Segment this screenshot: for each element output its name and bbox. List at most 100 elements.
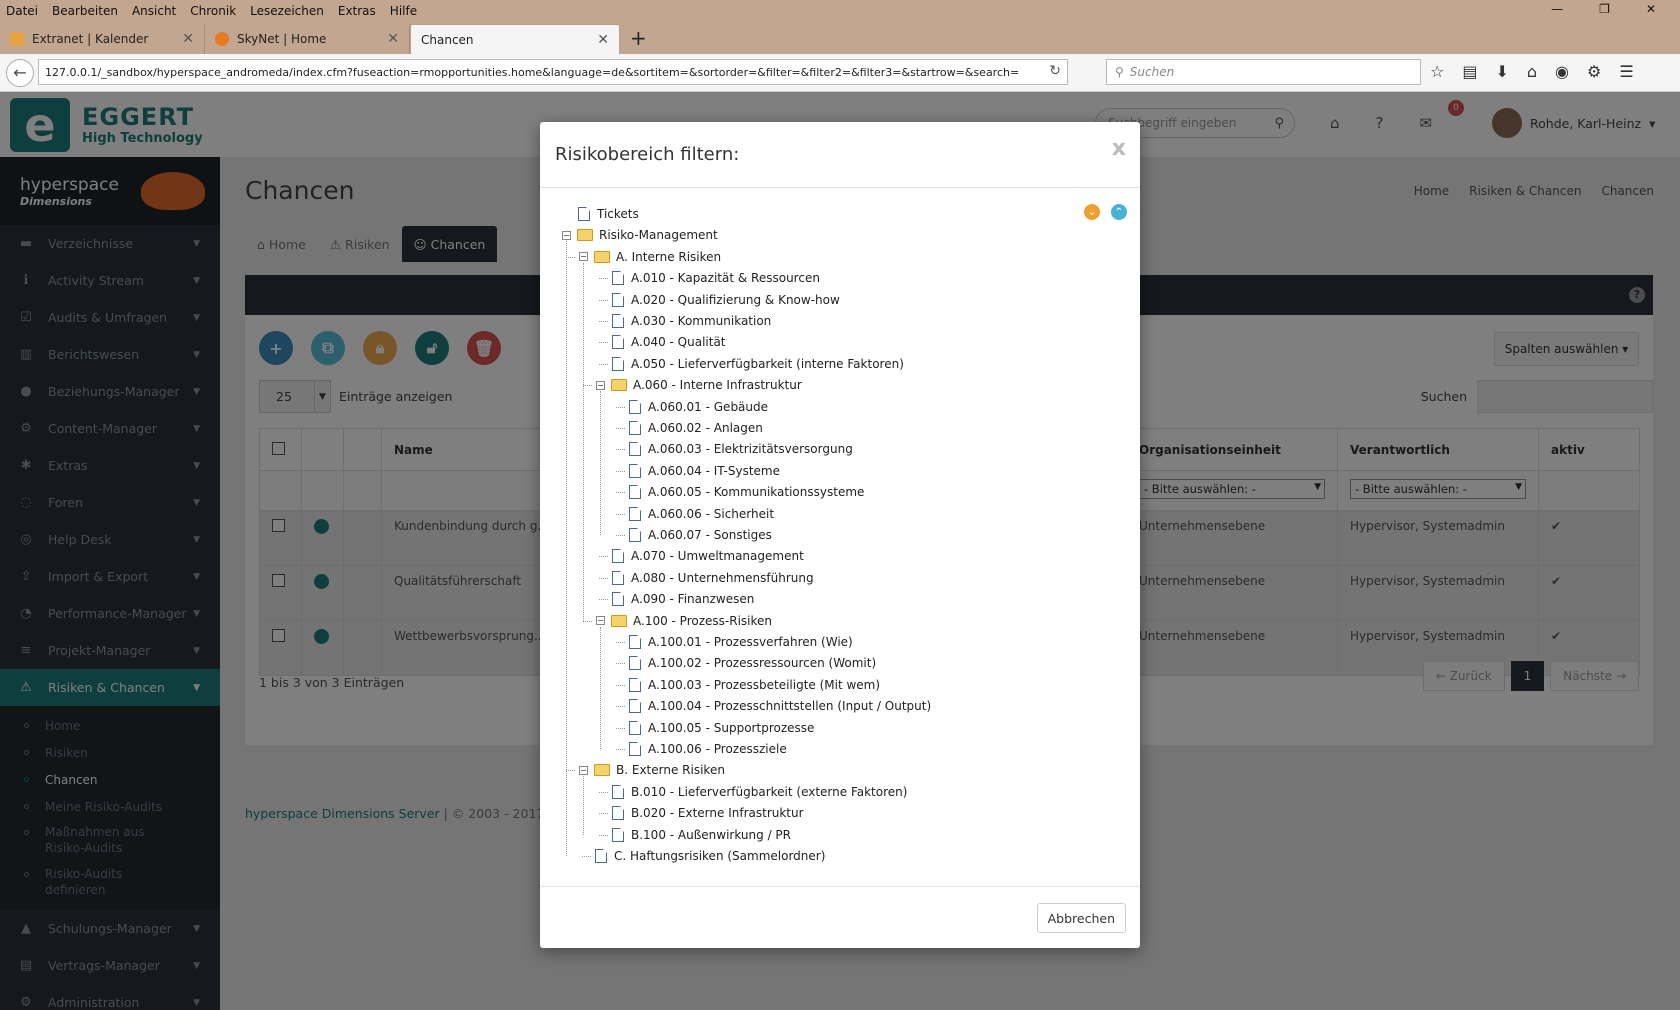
file-icon (629, 742, 641, 756)
file-icon (612, 292, 624, 307)
file-icon (629, 421, 641, 435)
tree-guide-line (600, 626, 601, 749)
tree-node[interactable]: A.010 - Kapazität & Ressourcen (612, 268, 820, 288)
tree-guide-line (600, 391, 601, 535)
hamburger-menu-icon[interactable]: ☰ (1619, 62, 1633, 81)
file-icon (595, 849, 607, 863)
tree-node[interactable]: A.060.07 - Sonstiges (629, 525, 772, 545)
file-icon (612, 314, 624, 328)
tree-node[interactable]: B.020 - Externe Infrastruktur (612, 803, 804, 823)
collapse-toggle-icon[interactable]: − (579, 765, 588, 775)
tree-node[interactable]: A.040 - Qualität (612, 332, 726, 352)
tree-connector (566, 770, 575, 772)
file-icon (629, 463, 641, 478)
close-icon[interactable]: x (1112, 136, 1126, 161)
minimize-icon[interactable]: — (1551, 2, 1563, 16)
tree-node[interactable]: A.020 - Qualifizierung & Know-how (612, 290, 840, 310)
tree-node[interactable]: A.100.05 - Supportprozesse (629, 718, 814, 738)
tree-connector (616, 706, 625, 708)
browser-navbar: ← i127.0.0.1/_sandbox/hyperspace_androme… (0, 54, 1680, 474)
tree-node[interactable]: C. Haftungsrisiken (Sammelordner) (595, 846, 825, 866)
tree-node[interactable]: A.100.06 - Prozessziele (629, 739, 787, 759)
tree-node[interactable]: B.010 - Lieferverfügbarkeit (externe Fak… (612, 782, 907, 802)
tree-node[interactable]: A.080 - Unternehmensführung (612, 568, 814, 588)
browser-menu-item[interactable]: Chronik (190, 4, 236, 18)
reading-list-icon[interactable]: ▤ (1462, 62, 1477, 81)
new-tab-button[interactable]: + (630, 26, 647, 50)
tree-node[interactable]: A.070 - Umweltmanagement (612, 546, 804, 566)
extension-icon[interactable]: ⚙ (1587, 62, 1601, 81)
url-bar[interactable]: i127.0.0.1/_sandbox/hyperspace_andromeda… (38, 59, 1068, 474)
close-tab-icon[interactable]: ✕ (597, 32, 609, 48)
window-controls: — ❐ ✕ (1551, 2, 1670, 16)
collapse-all-icon[interactable]: ⌄ (1084, 204, 1100, 220)
pocket-icon[interactable]: ◉ (1555, 62, 1569, 81)
browser-search-input[interactable]: ⚲ Suchen (1106, 59, 1421, 85)
tree-connector (616, 642, 625, 643)
tree-node[interactable]: − A.100 - Prozess-Risiken (596, 611, 772, 631)
tree-node[interactable]: A.030 - Kommunikation (612, 311, 771, 331)
tree-node[interactable]: A.090 - Finanzwesen (612, 589, 754, 609)
tree-connector (616, 663, 625, 665)
tree-connector (616, 406, 625, 408)
browser-menu-item[interactable]: Datei (6, 4, 38, 18)
tree-node[interactable]: − A. Interne Risiken (579, 247, 721, 267)
home-icon[interactable]: ⌂ (1527, 62, 1537, 81)
tree-connector (616, 428, 625, 429)
folder-icon (611, 614, 627, 627)
collapse-toggle-icon[interactable]: − (596, 616, 605, 626)
close-tab-icon[interactable]: ✕ (182, 31, 194, 47)
tree-node[interactable]: − B. Externe Risiken (579, 760, 725, 780)
browser-menu-item[interactable]: Ansicht (132, 4, 176, 18)
tree-node[interactable]: − Risiko-Management (562, 225, 718, 245)
tree-node[interactable]: A.060.02 - Anlagen (629, 418, 763, 438)
browser-menu-item[interactable]: Bearbeiten (52, 4, 118, 18)
tree-connector (583, 385, 592, 387)
collapse-toggle-icon[interactable]: − (562, 230, 571, 240)
browser-menu-item[interactable]: Hilfe (390, 4, 417, 18)
file-icon (612, 806, 624, 821)
tree-guide-line (566, 241, 567, 856)
tree-node[interactable]: A.050 - Lieferverfügbarkeit (interne Fak… (612, 354, 904, 374)
close-window-icon[interactable]: ✕ (1646, 2, 1656, 16)
tree-node[interactable]: A.100.02 - Prozessressourcen (Womit) (629, 653, 876, 673)
browser-tab-chancen[interactable]: Chancen ✕ (410, 24, 620, 54)
reload-icon[interactable]: ↻ (1049, 63, 1061, 79)
browser-tab-skynet[interactable]: SkyNet | Home ✕ (205, 24, 410, 54)
tree-node[interactable]: − A.060 - Interne Infrastruktur (596, 375, 802, 395)
folder-icon (611, 379, 627, 392)
tree-node[interactable]: A.060.04 - IT-Systeme (629, 461, 780, 481)
file-icon (612, 784, 624, 799)
cancel-button[interactable]: Abbrechen (1036, 903, 1126, 933)
tree-node[interactable]: A.100.01 - Prozessverfahren (Wie) (629, 632, 853, 652)
back-button[interactable]: ← (6, 58, 34, 87)
tree-node[interactable]: B.100 - Außenwirkung / PR (612, 825, 791, 845)
file-icon (612, 356, 624, 371)
tree-connector (599, 791, 608, 793)
browser-tab-kalender[interactable]: Extranet | Kalender ✕ (0, 24, 205, 54)
browser-menu-item[interactable]: Extras (338, 4, 376, 18)
expand-all-icon[interactable]: ⌃ (1111, 204, 1127, 220)
file-icon (629, 677, 641, 692)
restore-icon[interactable]: ❐ (1599, 2, 1610, 16)
tree-connector (599, 342, 608, 344)
collapse-toggle-icon[interactable]: − (579, 252, 588, 262)
browser-menu-item[interactable]: Lesezeichen (250, 4, 324, 18)
bookmark-star-icon[interactable]: ☆ (1430, 62, 1444, 81)
download-icon[interactable]: ⬇ (1495, 62, 1508, 81)
tree-node[interactable]: A.060.06 - Sicherheit (629, 504, 774, 524)
tree-node[interactable]: A.060.03 - Elektrizitätsversorgung (629, 439, 853, 459)
file-icon (629, 399, 641, 414)
close-tab-icon[interactable]: ✕ (387, 31, 399, 47)
file-icon (629, 656, 641, 671)
tree-node[interactable]: A.060.01 - Gebäude (629, 397, 768, 417)
file-icon (612, 592, 624, 607)
tree-node[interactable]: A.100.03 - Prozessbeteiligte (Mit wem) (629, 675, 880, 695)
tree-node[interactable]: A.100.04 - Prozesschnittstellen (Input /… (629, 696, 931, 716)
tree-connector (616, 492, 625, 494)
tree-node[interactable]: Tickets (578, 204, 639, 224)
tree-node[interactable]: A.060.05 - Kommunikationssysteme (629, 482, 864, 502)
collapse-toggle-icon[interactable]: − (596, 380, 605, 390)
tree-connector (616, 749, 625, 750)
tree-connector (616, 684, 625, 686)
